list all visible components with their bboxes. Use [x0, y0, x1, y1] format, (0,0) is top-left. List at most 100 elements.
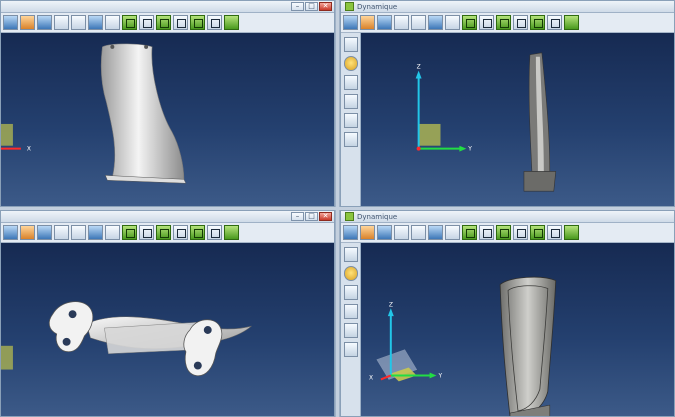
viewport-pane-bottom-left[interactable]: – □ ✕: [0, 210, 335, 417]
cylinder-icon[interactable]: [343, 342, 358, 357]
window-titlebar[interactable]: – □ ✕: [1, 1, 334, 13]
3d-scene: Z Y: [415, 52, 557, 192]
maximize-button[interactable]: □: [305, 2, 318, 11]
cylinder-icon[interactable]: [343, 304, 358, 319]
view-cube-icon[interactable]: [513, 225, 528, 240]
wrench-icon[interactable]: [105, 225, 120, 240]
view-cube-icon[interactable]: [479, 15, 494, 30]
layers-icon[interactable]: [343, 225, 358, 240]
pane-divider-horizontal[interactable]: [0, 207, 675, 210]
face-icon[interactable]: [343, 266, 358, 281]
view-cube-green-icon[interactable]: [564, 225, 579, 240]
wrench-icon[interactable]: [445, 15, 460, 30]
window-icon[interactable]: [71, 15, 86, 30]
window-icon[interactable]: [411, 15, 426, 30]
3d-viewport[interactable]: X: [1, 33, 334, 206]
color-icon[interactable]: [37, 15, 52, 30]
y-axis-arrow: [429, 372, 437, 379]
window-titlebar[interactable]: Dynamique: [341, 1, 674, 13]
view-cube-icon[interactable]: [173, 225, 188, 240]
window-icon[interactable]: [71, 225, 86, 240]
print-icon[interactable]: [428, 15, 443, 30]
z-axis-arrow: [415, 70, 422, 79]
cylinder-icon[interactable]: [343, 132, 358, 147]
3d-viewport[interactable]: Z Y: [361, 33, 674, 206]
window-titlebar[interactable]: Dynamique: [341, 211, 674, 223]
view-cube-icon[interactable]: [122, 15, 137, 30]
3d-viewport[interactable]: Z Y X: [361, 243, 674, 416]
z-axis-arrow: [387, 308, 394, 317]
save-icon[interactable]: [54, 225, 69, 240]
view-cube-icon[interactable]: [156, 15, 171, 30]
cylinder-icon[interactable]: [343, 113, 358, 128]
wrench-icon[interactable]: [445, 225, 460, 240]
minimize-button[interactable]: –: [291, 212, 304, 221]
origin-box: [1, 345, 13, 370]
viewport-toolbar: [341, 13, 674, 33]
view-cube-green-icon[interactable]: [224, 15, 239, 30]
viewport-pane-bottom-right[interactable]: Dynamique Z Y X: [340, 210, 675, 417]
layers-icon[interactable]: [3, 15, 18, 30]
view-sidebar: [341, 243, 361, 416]
x-axis-label: X: [27, 146, 31, 153]
window-icon[interactable]: [411, 225, 426, 240]
tools-icon[interactable]: [20, 15, 35, 30]
view-cube-icon[interactable]: [462, 15, 477, 30]
window-title: Dynamique: [357, 213, 398, 221]
cylinder-icon[interactable]: [343, 323, 358, 338]
view-cube-icon[interactable]: [156, 225, 171, 240]
print-icon[interactable]: [88, 225, 103, 240]
wrench-icon[interactable]: [105, 15, 120, 30]
close-button[interactable]: ✕: [319, 2, 332, 11]
view-cube-icon[interactable]: [139, 225, 154, 240]
view-cube-icon[interactable]: [530, 15, 545, 30]
view-cube-icon[interactable]: [139, 15, 154, 30]
layers-icon[interactable]: [3, 225, 18, 240]
minimize-button[interactable]: –: [291, 2, 304, 11]
cylinder-icon[interactable]: [343, 285, 358, 300]
layers-icon[interactable]: [343, 15, 358, 30]
blade-hole: [110, 44, 115, 49]
view-cube-icon[interactable]: [547, 225, 562, 240]
menu-icon[interactable]: [343, 247, 358, 262]
color-icon[interactable]: [37, 225, 52, 240]
view-cube-icon[interactable]: [530, 225, 545, 240]
save-icon[interactable]: [394, 15, 409, 30]
viewport-pane-top-right[interactable]: Dynamique Z Y: [340, 0, 675, 207]
print-icon[interactable]: [428, 225, 443, 240]
view-cube-icon[interactable]: [207, 225, 222, 240]
view-cube-green-icon[interactable]: [564, 15, 579, 30]
view-cube-icon[interactable]: [190, 15, 205, 30]
view-cube-icon[interactable]: [547, 15, 562, 30]
view-cube-icon[interactable]: [207, 15, 222, 30]
root-hole: [68, 310, 77, 319]
view-cube-green-icon[interactable]: [224, 225, 239, 240]
tools-icon[interactable]: [20, 225, 35, 240]
window-titlebar[interactable]: – □ ✕: [1, 211, 334, 223]
view-cube-icon[interactable]: [479, 225, 494, 240]
view-cube-icon[interactable]: [173, 15, 188, 30]
tools-icon[interactable]: [360, 15, 375, 30]
save-icon[interactable]: [394, 225, 409, 240]
3d-scene: X: [1, 43, 187, 184]
menu-icon[interactable]: [343, 37, 358, 52]
view-cube-icon[interactable]: [462, 225, 477, 240]
3d-viewport[interactable]: [1, 243, 334, 416]
save-icon[interactable]: [54, 15, 69, 30]
viewport-pane-top-left[interactable]: – □ ✕ X: [0, 0, 335, 207]
view-cube-icon[interactable]: [496, 15, 511, 30]
view-cube-icon[interactable]: [122, 225, 137, 240]
view-cube-icon[interactable]: [190, 225, 205, 240]
tools-icon[interactable]: [360, 225, 375, 240]
close-button[interactable]: ✕: [319, 212, 332, 221]
view-cube-icon[interactable]: [513, 15, 528, 30]
cylinder-icon[interactable]: [343, 94, 358, 109]
cylinder-icon[interactable]: [343, 75, 358, 90]
origin-box: [1, 123, 13, 146]
color-icon[interactable]: [377, 15, 392, 30]
face-icon[interactable]: [343, 56, 358, 71]
view-cube-icon[interactable]: [496, 225, 511, 240]
color-icon[interactable]: [377, 225, 392, 240]
print-icon[interactable]: [88, 15, 103, 30]
maximize-button[interactable]: □: [305, 212, 318, 221]
